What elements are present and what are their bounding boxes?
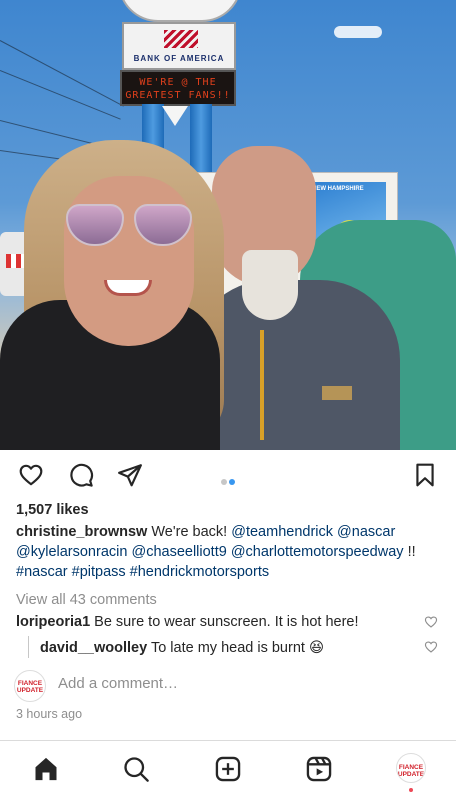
mention-link[interactable]: @teamhendrick [231, 524, 333, 540]
sign-top [118, 0, 242, 22]
mention-link[interactable]: @nascar [337, 524, 395, 540]
comment-bubble-icon[interactable] [68, 462, 94, 488]
likes-count[interactable]: 1,507 likes [16, 500, 89, 520]
comment-text: Be sure to wear sunscreen. It is hot her… [94, 614, 359, 630]
notification-dot [409, 788, 413, 792]
truck-art-text: NEW HAMPSHIRE [312, 186, 364, 192]
led-line-1: WE'RE @ THE [139, 77, 217, 88]
led-line-2: GREATEST FANS!! [125, 90, 231, 101]
carousel-dot-active [229, 479, 235, 485]
mention-link[interactable]: @chaseelliott9 [131, 544, 226, 560]
view-all-comments-link[interactable]: View all 43 comments [16, 590, 157, 610]
sunglasses [66, 204, 194, 248]
bank-flag-logo [164, 30, 198, 48]
profile-avatar[interactable]: FIANCE UPDATE [396, 753, 426, 783]
bottom-tab-bar: FIANCE UPDATE [0, 740, 456, 800]
home-icon[interactable] [32, 755, 60, 783]
paper-plane-icon[interactable] [117, 462, 143, 488]
post-photo[interactable]: BANK OF AMERICA WE'RE @ THE GREATEST FAN… [0, 0, 456, 450]
carousel-dot [221, 479, 227, 485]
comment-reply: david__woolley To late my head is burnt … [40, 638, 324, 658]
add-comment-input[interactable]: Add a comment… [58, 674, 178, 694]
bank-sign-text: BANK OF AMERICA [133, 54, 225, 63]
hashtag-link[interactable]: #hendrickmotorsports [130, 564, 269, 580]
bookmark-outline-icon[interactable] [412, 462, 438, 488]
reels-icon[interactable] [305, 755, 333, 783]
caption-text: We're back! [151, 524, 228, 540]
avatar[interactable]: FIANCE UPDATE [14, 670, 46, 702]
mention-link[interactable]: @kylelarsonracin [16, 544, 127, 560]
comment-username[interactable]: loripeoria1 [16, 614, 90, 630]
comment-like-heart-icon[interactable] [424, 615, 438, 629]
carousel-indicator [220, 472, 236, 490]
post-actions [0, 452, 456, 498]
caption-trailing: !! [407, 544, 416, 560]
jacket-patch [322, 386, 352, 400]
sunglasses-lens-right [134, 204, 192, 246]
man-beard [242, 250, 298, 320]
comment-text: To late my head is burnt 😆 [150, 640, 325, 656]
profile-avatar-logo-text: FIANCE UPDATE [397, 764, 425, 778]
power-line [0, 40, 124, 107]
comment-username[interactable]: david__woolley [40, 640, 147, 656]
reply-thread-line [28, 636, 29, 658]
power-line [0, 150, 60, 160]
caption-username[interactable]: christine_brownsw [16, 524, 147, 540]
avatar-logo-text: FIANCE UPDATE [16, 680, 44, 694]
led-sign: WE'RE @ THE GREATEST FANS!! [120, 70, 236, 106]
heart-outline-icon[interactable] [18, 462, 44, 488]
sign-triangle [162, 106, 188, 126]
hashtag-link[interactable]: #nascar [16, 564, 68, 580]
plus-square-icon[interactable] [214, 755, 242, 783]
mention-link[interactable]: @charlottemotorspeedway [231, 544, 404, 560]
sign-pole [190, 104, 212, 174]
comment: loripeoria1 Be sure to wear sunscreen. I… [16, 612, 359, 632]
search-icon[interactable] [122, 755, 150, 783]
comment-like-heart-icon[interactable] [424, 640, 438, 654]
bank-sign: BANK OF AMERICA [122, 22, 236, 70]
jacket-zipper [260, 330, 264, 440]
post-timestamp: 3 hours ago [16, 707, 83, 721]
sunglasses-lens-left [66, 204, 124, 246]
post-caption: christine_brownsw We're back! @teamhendr… [16, 522, 442, 582]
hashtag-link[interactable]: #pitpass [72, 564, 126, 580]
cloud [334, 26, 382, 38]
woman-face [64, 176, 194, 346]
